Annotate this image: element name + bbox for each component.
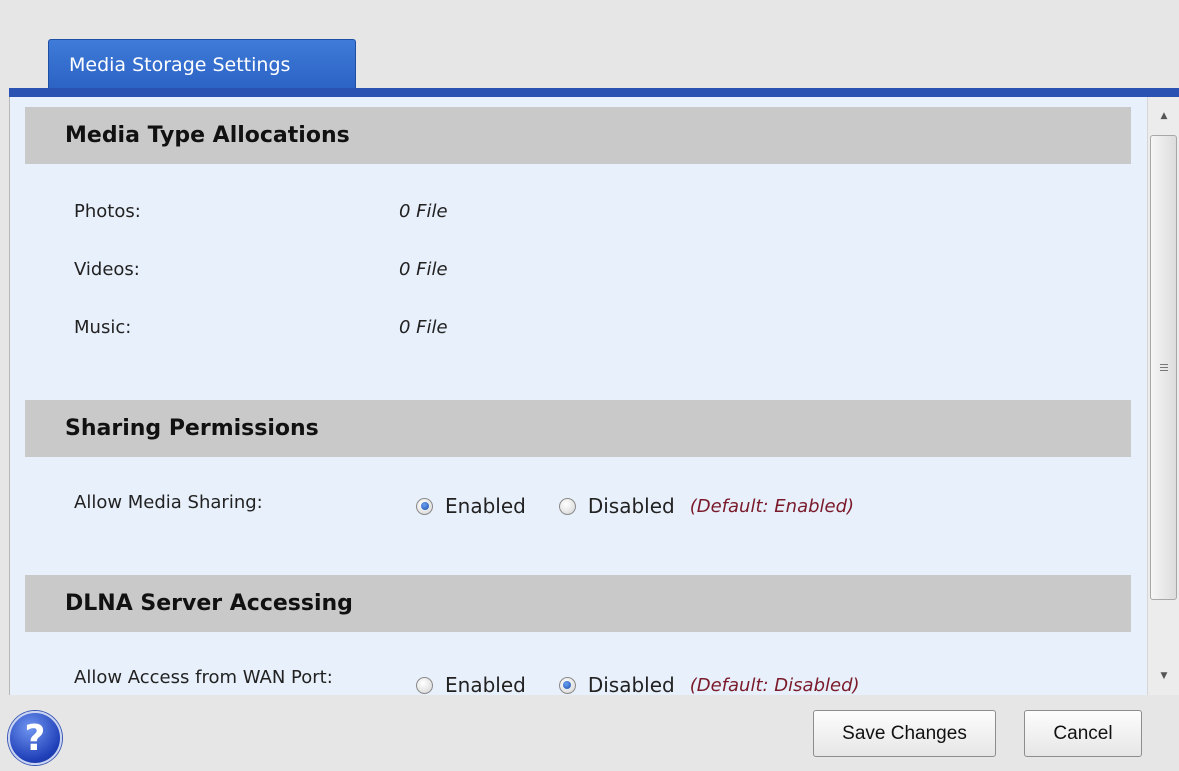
photos-label: Photos: <box>74 201 141 222</box>
section-header-media-type: Media Type Allocations <box>25 107 1131 164</box>
grip-icon <box>1159 364 1168 371</box>
wan-access-radio-group: Enabled Disabled (Default: Disabled) <box>416 673 860 695</box>
section-header-dlna: DLNA Server Accessing <box>25 575 1131 632</box>
help-symbol: ? <box>24 717 46 759</box>
settings-panel: Media Type Allocations Photos: 0 File Vi… <box>9 97 1179 695</box>
section-title: Media Type Allocations <box>65 123 350 148</box>
wan-default-note: (Default: Disabled) <box>689 674 860 696</box>
music-value: 0 File <box>399 317 448 338</box>
sharing-enabled-label[interactable]: Enabled <box>445 494 526 518</box>
scroll-down-arrow-icon[interactable]: ▼ <box>1148 659 1179 693</box>
tab-label: Media Storage Settings <box>69 54 291 76</box>
videos-label: Videos: <box>74 259 140 280</box>
tab-media-storage-settings[interactable]: Media Storage Settings <box>48 39 356 90</box>
sharing-disabled-label[interactable]: Disabled <box>588 494 675 518</box>
tab-bar-underline <box>9 88 1179 97</box>
sharing-enabled-radio[interactable] <box>416 497 433 515</box>
allow-wan-access-label: Allow Access from WAN Port: <box>74 667 333 688</box>
section-title: DLNA Server Accessing <box>65 591 353 616</box>
sharing-default-note: (Default: Enabled) <box>689 495 855 517</box>
wan-disabled-radio[interactable] <box>558 676 576 694</box>
wan-disabled-label[interactable]: Disabled <box>588 673 675 695</box>
music-label: Music: <box>74 317 132 338</box>
vertical-scrollbar[interactable]: ▲ ▼ <box>1147 97 1179 695</box>
save-changes-button[interactable]: Save Changes <box>813 710 996 757</box>
section-title: Sharing Permissions <box>65 416 319 441</box>
media-sharing-radio-group: Enabled Disabled (Default: Enabled) <box>416 494 854 518</box>
scroll-thumb[interactable] <box>1150 135 1177 600</box>
videos-value: 0 File <box>399 259 448 280</box>
scroll-up-arrow-icon[interactable]: ▲ <box>1148 99 1179 133</box>
wan-enabled-label[interactable]: Enabled <box>445 673 526 695</box>
photos-value: 0 File <box>399 201 448 222</box>
sharing-disabled-radio[interactable] <box>558 497 576 515</box>
section-header-sharing: Sharing Permissions <box>25 400 1131 457</box>
help-icon[interactable]: ? <box>8 711 62 765</box>
cancel-button[interactable]: Cancel <box>1024 710 1142 757</box>
allow-media-sharing-label: Allow Media Sharing: <box>74 492 263 513</box>
wan-enabled-radio[interactable] <box>416 676 433 694</box>
